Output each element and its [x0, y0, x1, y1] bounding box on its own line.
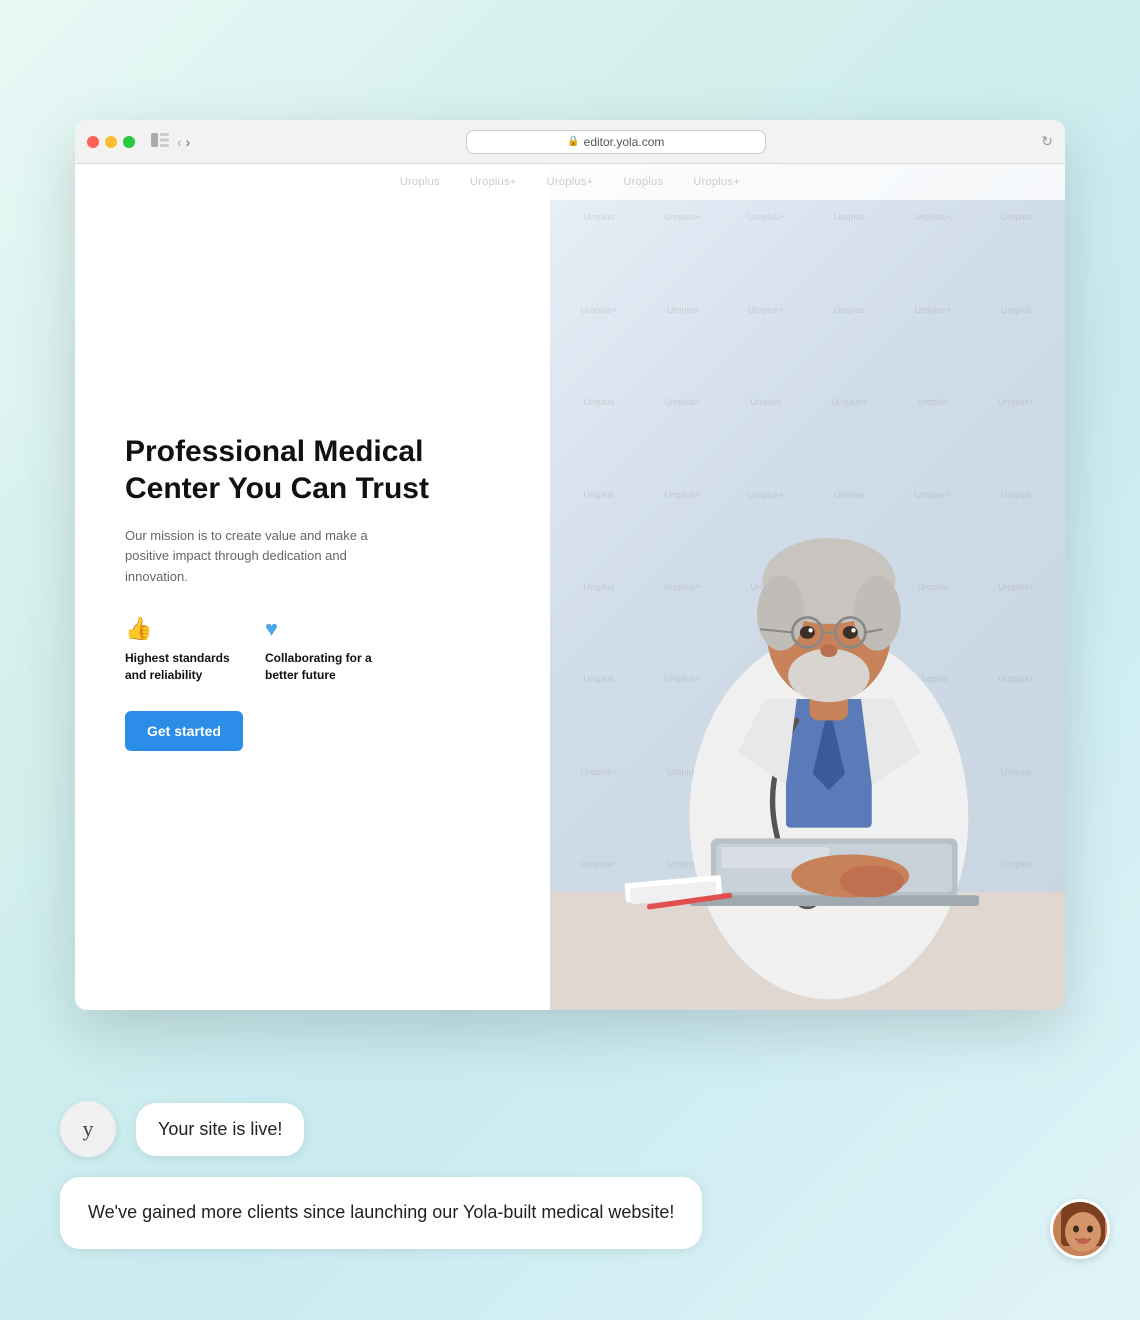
feature-label-1: Highest standards and reliability [125, 650, 235, 684]
traffic-light-red[interactable] [87, 136, 99, 148]
traffic-light-green[interactable] [123, 136, 135, 148]
features-row: 👍 Highest standards and reliability ♥ Co… [125, 616, 510, 684]
forward-arrow[interactable]: › [186, 134, 191, 150]
doctor-illustration [550, 164, 1065, 1010]
back-arrow[interactable]: ‹ [177, 134, 182, 150]
browser-window: ‹ › 🔒 editor.yola.com ↻ Uroplus Uroplus+… [75, 120, 1065, 1010]
browser-content: Uroplus Uroplus+ Uroplus+ Uroplus Uroplu… [75, 164, 1065, 1010]
feature-item-1: 👍 Highest standards and reliability [125, 616, 235, 684]
nav-item-4: Uroplus [623, 176, 663, 188]
chat-bubble-live: Your site is live! [136, 1103, 304, 1156]
yola-avatar-label: y [83, 1116, 94, 1142]
chat-bubble-testimonial: We've gained more clients since launchin… [60, 1177, 702, 1249]
nav-item-5: Uroplus+ [693, 176, 740, 188]
chat-section: y Your site is live! We've gained more c… [0, 1030, 1140, 1320]
hero-left: Professional Medical Center You Can Trus… [75, 164, 550, 1010]
hero-title: Professional Medical Center You Can Trus… [125, 433, 510, 508]
chat-bubble-row-1: y Your site is live! [60, 1101, 1080, 1157]
thumbs-up-icon: 👍 [125, 616, 235, 642]
live-message-text: Your site is live! [158, 1119, 282, 1139]
feature-label-2: Collaborating for a better future [265, 650, 375, 684]
heart-icon: ♥ [265, 616, 375, 642]
sidebar-toggle-icon[interactable] [151, 133, 169, 150]
site-nav: Uroplus Uroplus+ Uroplus+ Uroplus Uroplu… [75, 164, 1065, 200]
hero-subtitle: Our mission is to create value and make … [125, 526, 395, 588]
address-bar-container: 🔒 editor.yola.com [218, 130, 1013, 154]
traffic-lights [87, 136, 135, 148]
woman-avatar-svg [1053, 1202, 1110, 1259]
user-avatar-photo [1050, 1199, 1110, 1259]
nav-item-2: Uroplus+ [470, 176, 517, 188]
feature-item-2: ♥ Collaborating for a better future [265, 616, 375, 684]
reload-icon[interactable]: ↻ [1041, 133, 1053, 150]
nav-arrows: ‹ › [177, 134, 190, 150]
yola-avatar: y [60, 1101, 116, 1157]
get-started-button[interactable]: Get started [125, 711, 243, 751]
browser-chrome: ‹ › 🔒 editor.yola.com ↻ [75, 120, 1065, 164]
chat-bubble-row-2: We've gained more clients since launchin… [60, 1177, 1080, 1249]
url-text: editor.yola.com [584, 135, 665, 149]
testimonial-text: We've gained more clients since launchin… [88, 1202, 674, 1222]
doctor-image: Uroplus Uroplus+ Uroplus+ Uroplus Uroplu… [550, 164, 1065, 1010]
nav-item-1: Uroplus [400, 176, 440, 188]
address-bar[interactable]: 🔒 editor.yola.com [466, 130, 766, 154]
lock-icon: 🔒 [567, 136, 579, 147]
hero-right: Uroplus Uroplus+ Uroplus+ Uroplus Uroplu… [550, 164, 1065, 1010]
nav-item-3: Uroplus+ [547, 176, 594, 188]
traffic-light-yellow[interactable] [105, 136, 117, 148]
